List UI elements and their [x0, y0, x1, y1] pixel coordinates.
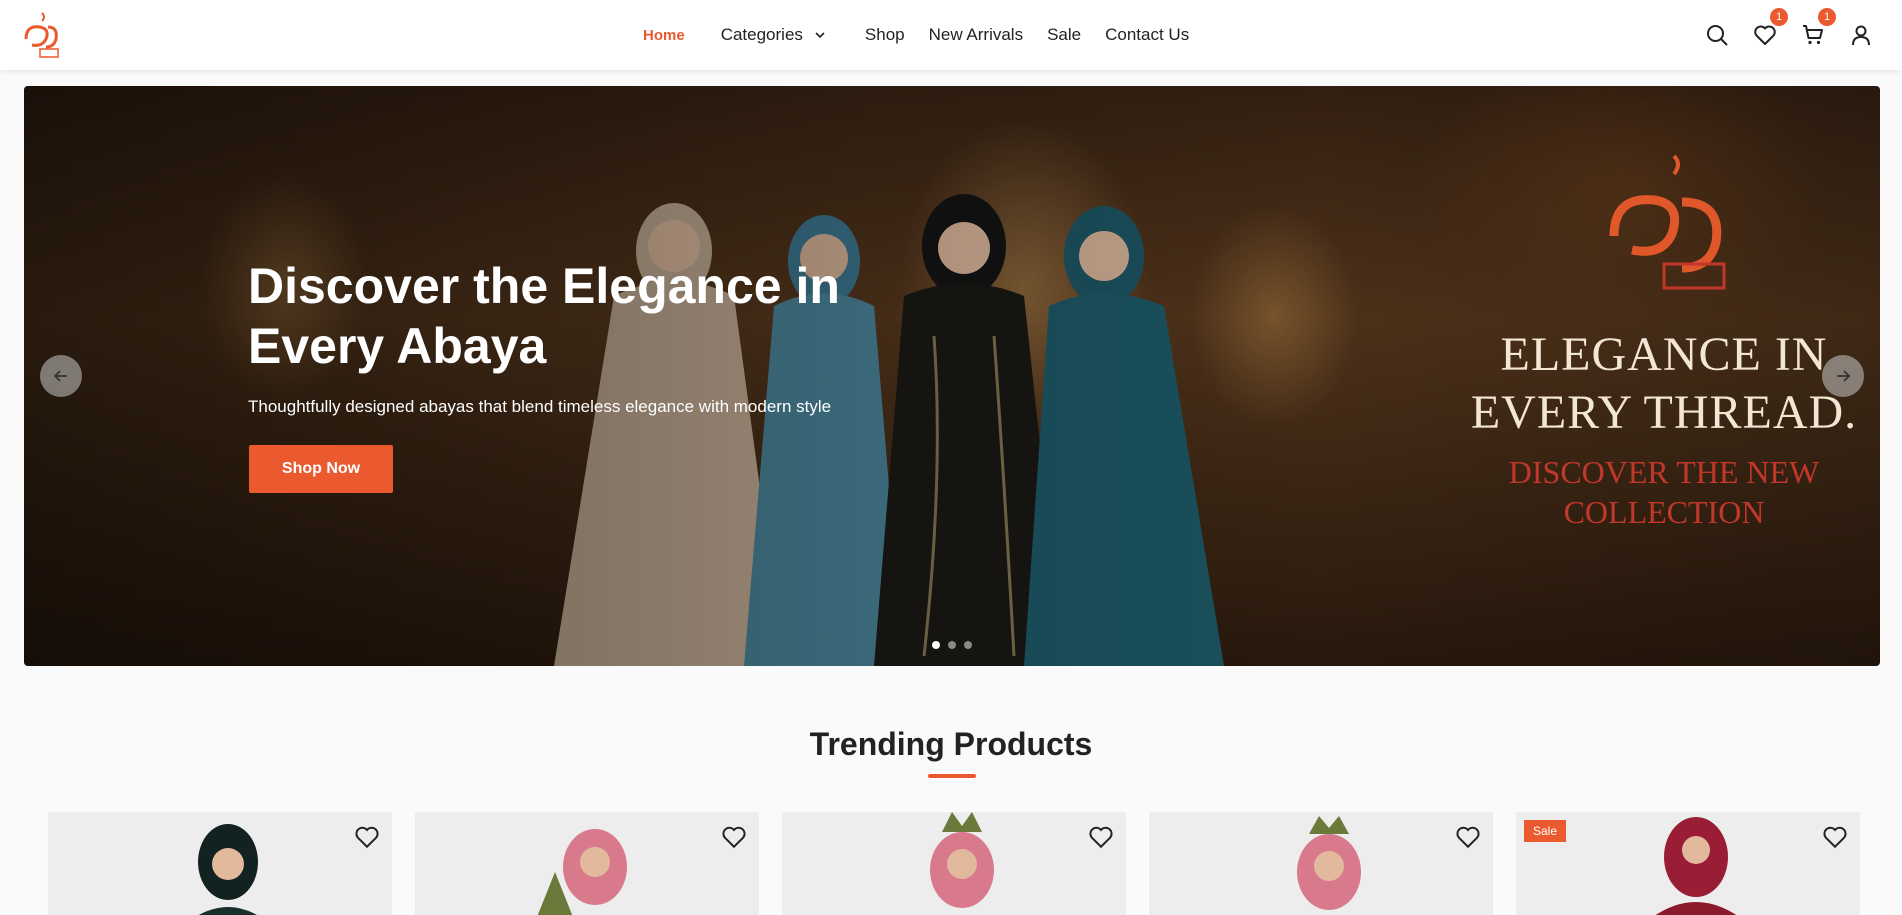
trending-products-grid: Sale: [48, 812, 1883, 915]
hero-title: Discover the Elegance in Every Abaya: [248, 258, 840, 374]
slider-dots: [932, 641, 980, 649]
nav-categories[interactable]: Categories: [721, 25, 827, 45]
main-nav: Home Categories Shop New Arrivals Sale C…: [643, 0, 1213, 70]
product-card[interactable]: [48, 812, 392, 915]
heart-icon: [1089, 826, 1113, 849]
wishlist-toggle[interactable]: [721, 824, 747, 850]
product-image: [537, 812, 627, 915]
brand-logo-icon[interactable]: [18, 9, 64, 61]
hero-tagline-secondary: DISCOVER THE NEW COLLECTION: [1508, 454, 1820, 530]
wishlist-button[interactable]: 1: [1752, 8, 1788, 48]
product-card[interactable]: [415, 812, 759, 915]
hero-subtitle: Thoughtfully designed abayas that blend …: [248, 397, 832, 416]
arrow-left-icon: [53, 370, 67, 382]
slider-dot[interactable]: [932, 641, 940, 649]
heart-icon: [1754, 25, 1776, 45]
product-card[interactable]: [782, 812, 1126, 915]
nav-new-arrivals[interactable]: New Arrivals: [929, 25, 1023, 45]
shop-now-button[interactable]: Shop Now: [249, 445, 393, 493]
chevron-down-icon: [815, 32, 825, 39]
cart-icon: [1803, 25, 1823, 45]
product-image: [1297, 816, 1361, 910]
cart-count-badge: 1: [1818, 8, 1836, 26]
arrow-right-icon: [1837, 370, 1851, 382]
slider-dot[interactable]: [964, 641, 972, 649]
product-card[interactable]: Sale: [1516, 812, 1860, 915]
heart-icon: [1456, 826, 1480, 849]
wishlist-toggle[interactable]: [1822, 824, 1848, 850]
nav-sale[interactable]: Sale: [1047, 25, 1081, 45]
wishlist-toggle[interactable]: [1088, 824, 1114, 850]
nav-home[interactable]: Home: [643, 27, 685, 44]
product-image: [930, 812, 994, 908]
nav-categories-label: Categories: [720, 25, 803, 44]
product-card[interactable]: [1149, 812, 1493, 915]
title-underline: [928, 774, 976, 778]
search-icon: [1707, 25, 1728, 46]
wishlist-toggle[interactable]: [354, 824, 380, 850]
product-image: [1655, 817, 1737, 915]
heart-icon: [1823, 826, 1847, 849]
search-button[interactable]: [1704, 22, 1730, 48]
account-button[interactable]: [1848, 22, 1874, 48]
header-actions: 1 1: [1682, 0, 1874, 70]
sale-badge: Sale: [1524, 820, 1567, 842]
cart-button[interactable]: 1: [1800, 8, 1836, 48]
nav-shop[interactable]: Shop: [865, 25, 905, 45]
product-image: [198, 824, 258, 915]
hero-slider: ELEGANCE IN EVERY THREAD. DISCOVER THE N…: [24, 86, 1880, 666]
heart-icon: [355, 826, 379, 849]
wishlist-count-badge: 1: [1770, 8, 1788, 26]
site-header: Home Categories Shop New Arrivals Sale C…: [0, 0, 1902, 70]
trending-title: Trending Products: [809, 726, 1093, 762]
hero-tagline-primary: ELEGANCE IN EVERY THREAD.: [1470, 328, 1858, 439]
heart-icon: [722, 826, 746, 849]
nav-contact[interactable]: Contact Us: [1105, 25, 1189, 45]
slider-dot[interactable]: [948, 641, 956, 649]
user-icon: [1852, 25, 1870, 46]
slider-next-button[interactable]: [1822, 355, 1864, 397]
slider-prev-button[interactable]: [40, 355, 82, 397]
wishlist-toggle[interactable]: [1455, 824, 1481, 850]
hero-brand-logo-icon: [1609, 154, 1726, 290]
